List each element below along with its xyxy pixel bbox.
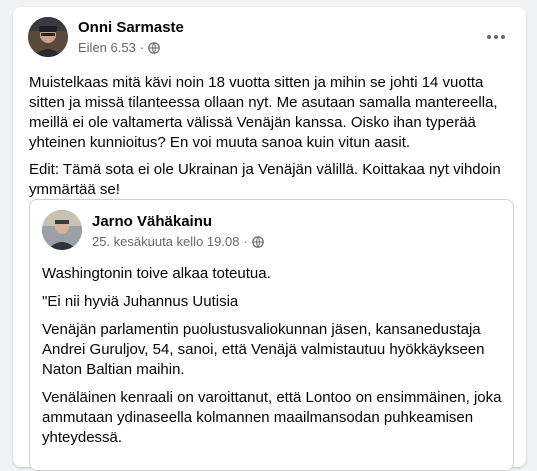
post-header: Onni Sarmaste Eilen 6.53 ·	[13, 7, 526, 67]
post-paragraph: Muistelkaas mitä kävi noin 18 vuotta sit…	[29, 74, 498, 151]
post-paragraph: Edit: Tämä sota ei ole Ukrainan ja Venäj…	[29, 161, 501, 198]
shared-paragraph: Venäläinen kenraali on varoittanut, että…	[42, 389, 502, 446]
post-author-name[interactable]: Onni Sarmaste	[78, 19, 184, 36]
post-card: Onni Sarmaste Eilen 6.53 · Muistelkaas m…	[13, 7, 526, 471]
shared-post[interactable]: Jarno Vähäkainu 25. kesäkuuta kello 19.0…	[29, 199, 514, 471]
shared-author-avatar-image	[42, 210, 82, 250]
more-options-icon	[487, 35, 505, 39]
meta-separator: ·	[243, 234, 248, 249]
post-timestamp[interactable]: Eilen 6.53	[78, 40, 136, 55]
post-body: Muistelkaas mitä kävi noin 18 vuotta sit…	[29, 73, 519, 207]
shared-post-meta: 25. kesäkuuta kello 19.08 ·	[92, 234, 264, 249]
shared-author-name[interactable]: Jarno Vähäkainu	[92, 213, 212, 230]
more-options-button[interactable]	[482, 23, 510, 51]
shared-paragraph: Washingtonin toive alkaa toteutua.	[42, 265, 271, 282]
author-avatar-image	[28, 17, 68, 57]
shared-post-body: Washingtonin toive alkaa toteutua. "Ei n…	[42, 264, 502, 456]
shared-paragraph: Venäjän parlamentin puolustusvaliokunnan…	[42, 321, 485, 378]
globe-icon[interactable]	[148, 41, 160, 54]
globe-icon[interactable]	[251, 235, 264, 248]
author-avatar[interactable]	[28, 17, 68, 57]
shared-author-avatar[interactable]	[42, 210, 82, 250]
post-meta: Eilen 6.53 ·	[78, 40, 160, 55]
shared-post-timestamp[interactable]: 25. kesäkuuta kello 19.08	[92, 234, 239, 249]
meta-separator: ·	[139, 40, 145, 55]
shared-paragraph: "Ei nii hyviä Juhannus Uutisia	[42, 293, 239, 310]
